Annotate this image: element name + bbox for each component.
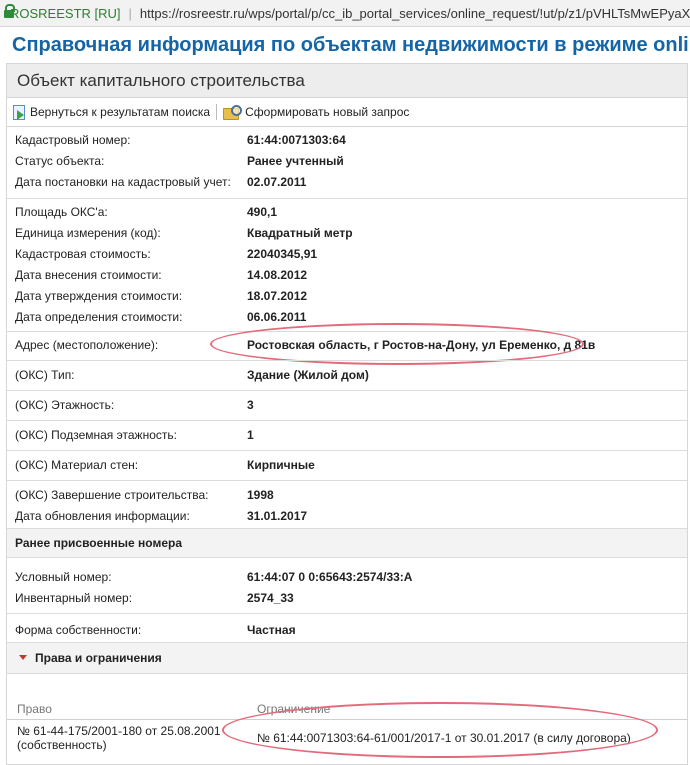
divider [7,450,687,451]
field-label: Дата обновления информации: [15,509,190,523]
field-value: Здание (Жилой дом) [247,368,369,382]
field-value: Частная [247,623,296,637]
back-arrow-icon [12,105,26,120]
section-title: Ранее присвоенные номера [15,536,183,550]
rights-section-toggle[interactable]: Права и ограничения [7,642,687,674]
toolbar-divider [216,104,218,120]
field-value: Ранее учтенный [247,154,344,168]
field-label: Дата постановки на кадастровый учет: [15,175,231,189]
field-label: Статус объекта: [15,154,105,168]
new-request-button[interactable]: Сформировать новый запрос [223,105,410,120]
field-value: 18.07.2012 [247,289,308,303]
field-value: 06.06.2011 [247,310,307,324]
object-panel: Объект капитального строительства Вернут… [6,63,688,765]
field-value: 3 [247,398,254,412]
field-label: Форма собственности: [15,623,142,637]
field-value: Квадратный метр [247,226,353,240]
right-entry-line1: № 61-44-175/2001-180 от 25.08.2001 [17,724,221,738]
back-to-results-button[interactable]: Вернуться к результатам поиска [12,105,211,120]
address-bar[interactable]: ROSREESTR [RU] | https://rosreestr.ru/wp… [0,0,690,27]
field-value: 61:44:0071303:64 [247,133,346,147]
site-identity[interactable]: ROSREESTR [RU] [10,6,121,21]
field-value: 490,1 [247,205,278,219]
new-request-label: Сформировать новый запрос [245,105,410,119]
url-text[interactable]: https://rosreestr.ru/wps/portal/p/cc_ib_… [140,6,690,21]
section-title: Права и ограничения [35,651,162,665]
field-value: 61:44:07 0 0:65643:2574/33:А [247,570,413,584]
page-title: Справочная информация по объектам недвиж… [12,34,690,56]
field-label: Кадастровый номер: [15,133,131,147]
toolbar: Вернуться к результатам поиска Сформиров… [7,98,687,127]
highlight-oval [222,702,658,758]
divider [7,360,687,361]
field-label: Инвентарный номер: [15,591,133,605]
field-label: Дата определения стоимости: [15,310,183,324]
divider [7,390,687,391]
divider [7,613,687,614]
field-value: 1998 [247,488,274,502]
field-value: 2574_33 [247,591,294,605]
field-label: (ОКС) Этажность: [15,398,115,412]
field-value: Кирпичные [247,458,315,472]
field-label: Условный номер: [15,570,112,584]
divider [7,480,687,481]
panel-header: Объект капитального строительства [7,64,687,98]
divider [7,420,687,421]
highlight-oval [210,323,584,365]
field-label: Единица измерения (код): [15,226,161,240]
divider [7,198,687,199]
field-label: Дата утверждения стоимости: [15,289,183,303]
field-label: Адрес (местоположение): [15,338,159,352]
back-to-results-label: Вернуться к результатам поиска [30,105,211,119]
field-label: Площадь ОКС'а: [15,205,108,219]
field-label: (ОКС) Завершение строительства: [15,488,209,502]
previous-numbers-section: Ранее присвоенные номера [7,528,687,558]
field-label: Кадастровая стоимость: [15,247,151,261]
folder-search-icon [223,105,243,120]
field-value: 31.01.2017 [247,509,308,523]
field-value: 22040345,91 [247,247,318,261]
right-entry-line2: (собственность) [17,738,107,752]
divider: | [128,5,132,21]
field-value: 1 [247,428,254,442]
field-label: (ОКС) Материал стен: [15,458,139,472]
field-label: Дата внесения стоимости: [15,268,162,282]
column-header-right: Право [17,702,52,716]
field-value: 02.07.2011 [247,175,307,189]
caret-down-icon [19,655,27,660]
field-label: (ОКС) Подземная этажность: [15,428,177,442]
field-label: (ОКС) Тип: [15,368,75,382]
field-value: 14.08.2012 [247,268,308,282]
